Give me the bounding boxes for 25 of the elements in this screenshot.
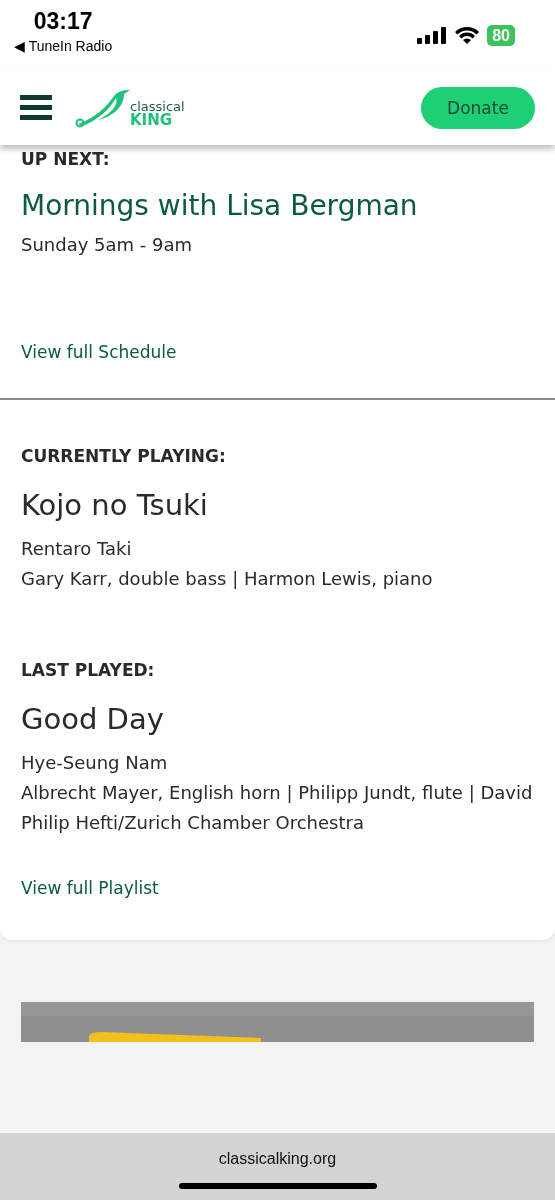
- track-title: Good Day: [21, 702, 165, 736]
- section-heading: CURRENTLY PLAYING:: [21, 446, 227, 466]
- wifi-icon: [455, 26, 480, 44]
- performers-text: Gary Karr, double bass | Harmon Lewis, piano: [21, 567, 434, 591]
- show-time: Sunday 5am - 9am: [21, 233, 194, 257]
- performers-text: Albrecht Mayer, English horn | Philipp Jundt, flute | David Philip Hefti/Zurich Chamber Orchestra: [21, 781, 534, 835]
- bird-logo-icon: [74, 87, 132, 128]
- logo-text: KING: [130, 112, 173, 128]
- show-title[interactable]: Mornings with Lisa Bergman: [21, 189, 534, 222]
- schedule-link[interactable]: View full Schedule: [21, 342, 534, 362]
- track-title: Kojo no Tsuki: [21, 488, 209, 522]
- composer-name: Rentaro Taki: [21, 537, 133, 561]
- composer-name: Hye-Seung Nam: [21, 751, 169, 775]
- url-text: classicalking.org: [218, 1150, 337, 1168]
- section-heading: UP NEXT:: [21, 149, 111, 169]
- status-time: 03:17: [33, 8, 93, 35]
- playlist-link[interactable]: View full Playlist: [21, 878, 534, 898]
- logo-text: classical: [130, 99, 185, 113]
- menu-icon[interactable]: [20, 94, 52, 121]
- url-bar[interactable]: classicalking.org: [0, 1133, 555, 1200]
- signal-icon: [417, 26, 448, 44]
- donate-button[interactable]: Donate: [421, 86, 535, 129]
- battery-indicator: 80: [487, 24, 515, 46]
- section-heading: LAST PLAYED:: [21, 660, 156, 680]
- back-to-app-link[interactable]: ◀ TuneIn Radio: [14, 38, 113, 54]
